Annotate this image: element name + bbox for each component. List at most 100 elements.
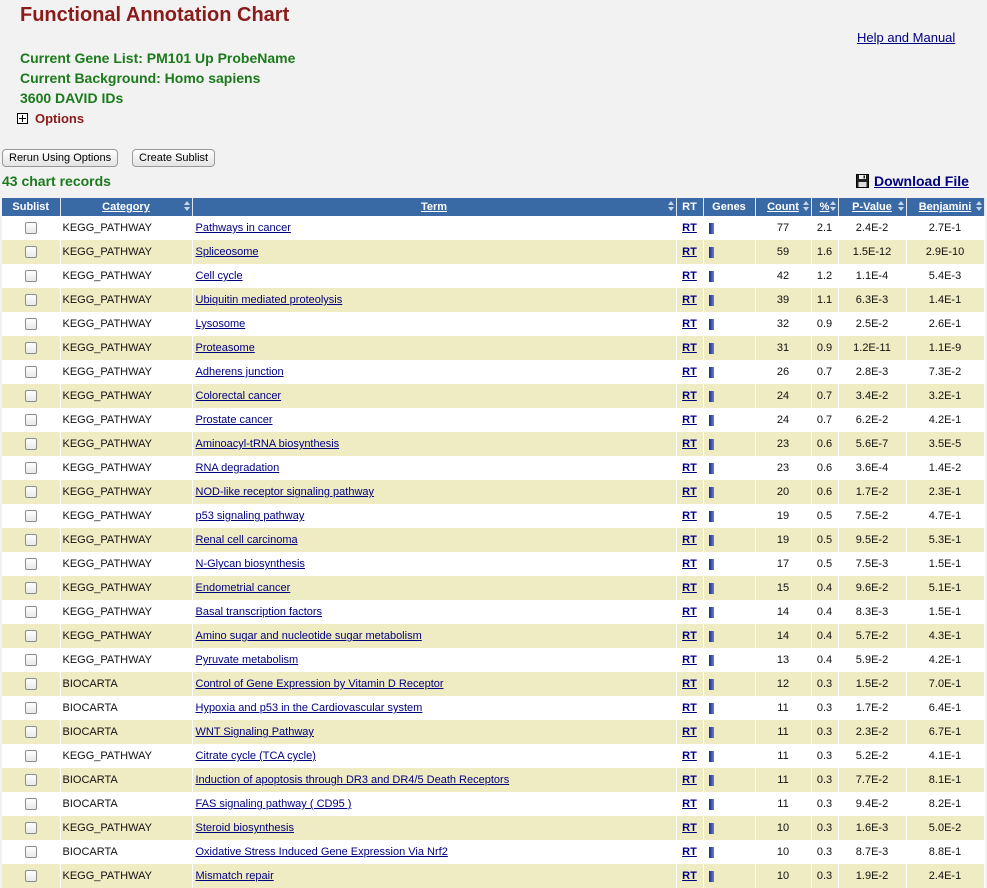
term-link[interactable]: Lysosome (196, 318, 246, 330)
term-link[interactable]: WNT Signaling Pathway (196, 726, 314, 738)
term-link[interactable]: Induction of apoptosis through DR3 and D… (196, 774, 510, 786)
genes-bar-icon[interactable] (708, 438, 714, 450)
rt-link[interactable]: RT (682, 870, 697, 882)
expand-plus-icon[interactable] (17, 113, 28, 124)
sort-arrows-icon[interactable] (802, 201, 809, 212)
genes-bar-icon[interactable] (708, 390, 714, 402)
rt-link[interactable]: RT (682, 342, 697, 354)
term-link[interactable]: Renal cell carcinoma (196, 534, 298, 546)
rt-link[interactable]: RT (682, 366, 697, 378)
term-link[interactable]: N-Glycan biosynthesis (196, 558, 305, 570)
genes-bar-icon[interactable] (708, 318, 714, 330)
sublist-checkbox[interactable] (24, 246, 37, 259)
rt-link[interactable]: RT (682, 846, 697, 858)
genes-bar-icon[interactable] (708, 702, 714, 714)
rt-link[interactable]: RT (682, 246, 697, 258)
sublist-checkbox[interactable] (24, 390, 37, 403)
rt-link[interactable]: RT (682, 534, 697, 546)
sublist-checkbox[interactable] (24, 870, 37, 883)
genes-bar-icon[interactable] (708, 414, 714, 426)
term-link[interactable]: Proteasome (196, 342, 255, 354)
term-link[interactable]: Control of Gene Expression by Vitamin D … (196, 678, 444, 690)
term-link[interactable]: Endometrial cancer (196, 582, 291, 594)
genes-bar-icon[interactable] (708, 654, 714, 666)
genes-bar-icon[interactable] (708, 870, 714, 882)
sort-arrows-icon[interactable] (897, 201, 904, 212)
rt-link[interactable]: RT (682, 774, 697, 786)
sublist-checkbox[interactable] (24, 726, 37, 739)
rt-link[interactable]: RT (682, 726, 697, 738)
rt-link[interactable]: RT (682, 222, 697, 234)
rt-link[interactable]: RT (682, 270, 697, 282)
sublist-checkbox[interactable] (24, 654, 37, 667)
col-header-percent[interactable]: % (811, 198, 839, 216)
genes-bar-icon[interactable] (708, 246, 714, 258)
genes-bar-icon[interactable] (708, 510, 714, 522)
rt-link[interactable]: RT (682, 390, 697, 402)
col-header-pvalue[interactable]: P-Value (838, 198, 907, 216)
term-link[interactable]: FAS signaling pathway ( CD95 ) (196, 798, 352, 810)
genes-bar-icon[interactable] (708, 630, 714, 642)
rt-link[interactable]: RT (682, 678, 697, 690)
genes-bar-icon[interactable] (708, 606, 714, 618)
genes-bar-icon[interactable] (708, 534, 714, 546)
col-header-term[interactable]: Term (192, 198, 677, 216)
term-link[interactable]: Ubiquitin mediated proteolysis (196, 294, 343, 306)
sort-arrows-icon[interactable] (829, 201, 836, 212)
rt-link[interactable]: RT (682, 750, 697, 762)
rt-link[interactable]: RT (682, 486, 697, 498)
sort-arrows-icon[interactable] (975, 201, 982, 212)
genes-bar-icon[interactable] (708, 750, 714, 762)
genes-bar-icon[interactable] (708, 270, 714, 282)
rt-link[interactable]: RT (682, 654, 697, 666)
sort-arrows-icon[interactable] (183, 201, 190, 212)
sort-arrows-icon[interactable] (667, 201, 674, 212)
genes-bar-icon[interactable] (708, 678, 714, 690)
rt-link[interactable]: RT (682, 822, 697, 834)
genes-bar-icon[interactable] (708, 222, 714, 234)
rt-link[interactable]: RT (682, 798, 697, 810)
col-header-category[interactable]: Category (60, 198, 193, 216)
term-link[interactable]: Aminoacyl-tRNA biosynthesis (196, 438, 340, 450)
download-file-link[interactable]: Download File (856, 173, 969, 189)
genes-bar-icon[interactable] (708, 582, 714, 594)
sublist-checkbox[interactable] (24, 702, 37, 715)
genes-bar-icon[interactable] (708, 798, 714, 810)
term-link[interactable]: RNA degradation (196, 462, 280, 474)
sublist-checkbox[interactable] (24, 798, 37, 811)
genes-bar-icon[interactable] (708, 558, 714, 570)
genes-bar-icon[interactable] (708, 366, 714, 378)
sublist-checkbox[interactable] (24, 630, 37, 643)
sublist-checkbox[interactable] (24, 558, 37, 571)
term-link[interactable]: Pyruvate metabolism (196, 654, 299, 666)
help-manual-link[interactable]: Help and Manual (857, 30, 955, 45)
rt-link[interactable]: RT (682, 414, 697, 426)
term-link[interactable]: Basal transcription factors (196, 606, 323, 618)
term-link[interactable]: Amino sugar and nucleotide sugar metabol… (196, 630, 422, 642)
genes-bar-icon[interactable] (708, 846, 714, 858)
sublist-checkbox[interactable] (24, 342, 37, 355)
sublist-checkbox[interactable] (24, 678, 37, 691)
term-link[interactable]: Cell cycle (196, 270, 243, 282)
term-link[interactable]: Citrate cycle (TCA cycle) (196, 750, 316, 762)
sublist-checkbox[interactable] (24, 270, 37, 283)
term-link[interactable]: p53 signaling pathway (196, 510, 305, 522)
sublist-checkbox[interactable] (24, 822, 37, 835)
sublist-checkbox[interactable] (24, 510, 37, 523)
rt-link[interactable]: RT (682, 606, 697, 618)
rt-link[interactable]: RT (682, 438, 697, 450)
term-link[interactable]: NOD-like receptor signaling pathway (196, 486, 375, 498)
sublist-checkbox[interactable] (24, 534, 37, 547)
term-link[interactable]: Spliceosome (196, 246, 259, 258)
term-link[interactable]: Hypoxia and p53 in the Cardiovascular sy… (196, 702, 423, 714)
col-header-benjamini[interactable]: Benjamini (906, 198, 985, 216)
genes-bar-icon[interactable] (708, 294, 714, 306)
genes-bar-icon[interactable] (708, 462, 714, 474)
sublist-checkbox[interactable] (24, 462, 37, 475)
term-link[interactable]: Adherens junction (196, 366, 284, 378)
sublist-checkbox[interactable] (24, 606, 37, 619)
options-toggle[interactable]: Options (17, 111, 84, 126)
genes-bar-icon[interactable] (708, 822, 714, 834)
sublist-checkbox[interactable] (24, 318, 37, 331)
sublist-checkbox[interactable] (24, 366, 37, 379)
